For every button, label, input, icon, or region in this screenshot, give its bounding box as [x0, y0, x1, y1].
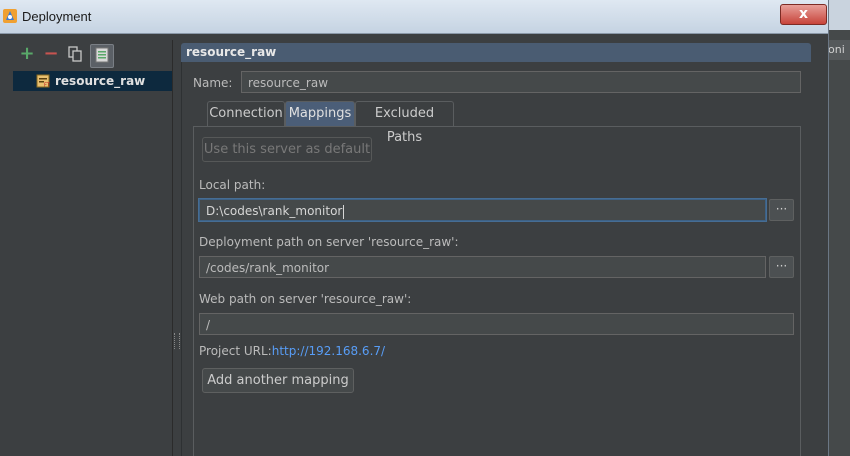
server-default-icon	[95, 47, 109, 63]
window-title: Deployment	[22, 9, 92, 24]
local-path-label: Local path:	[199, 178, 266, 192]
project-url-link[interactable]: http://192.168.6.7/	[272, 344, 385, 358]
copy-server-button[interactable]	[65, 44, 85, 64]
panel-header: resource_raw	[181, 43, 811, 62]
name-field[interactable]: resource_raw	[241, 71, 801, 93]
server-list-item-label: resource_raw	[55, 74, 146, 88]
add-server-button[interactable]: +	[17, 44, 37, 64]
title-bar[interactable]: Deployment x	[0, 0, 828, 34]
panel-header-title: resource_raw	[186, 45, 277, 59]
tab-connection[interactable]: Connection	[207, 101, 285, 126]
server-icon: FTP	[36, 74, 50, 88]
background-tab: oni	[828, 40, 850, 60]
add-mapping-button[interactable]: Add another mapping	[202, 368, 354, 393]
server-list-item[interactable]: FTP resource_raw	[13, 71, 172, 91]
splitter-grip[interactable]	[174, 333, 180, 349]
close-button[interactable]: x	[780, 4, 827, 25]
svg-text:FTP: FTP	[44, 83, 50, 89]
tab-mappings[interactable]: Mappings	[285, 101, 355, 126]
text-caret	[343, 204, 345, 219]
web-path-field[interactable]: /	[199, 313, 794, 335]
deploy-path-field[interactable]: /codes/rank_monitor	[199, 256, 766, 278]
local-path-browse-button[interactable]: ···	[769, 199, 794, 221]
app-icon	[3, 9, 17, 23]
project-url-label: Project URL:	[199, 344, 272, 358]
splitter[interactable]	[172, 40, 181, 456]
copy-icon	[68, 46, 82, 62]
deploy-path-browse-button[interactable]: ···	[769, 256, 794, 278]
tab-excluded-paths[interactable]: Excluded Paths	[355, 101, 454, 145]
sidebar	[13, 40, 173, 456]
background-window	[826, 30, 850, 456]
web-path-label: Web path on server 'resource_raw':	[199, 292, 412, 306]
deploy-path-label: Deployment path on server 'resource_raw'…	[199, 235, 459, 249]
use-default-button[interactable]: Use this server as default	[202, 137, 372, 162]
project-url-row: Project URL:http://192.168.6.7/	[199, 344, 385, 358]
mappings-panel	[193, 126, 801, 456]
use-as-default-button[interactable]	[90, 44, 114, 68]
deployment-dialog: Deployment x + − FTP resourc	[0, 0, 828, 456]
local-path-value: D:\codes\rank_monitor	[206, 204, 343, 218]
name-label: Name:	[193, 76, 233, 90]
local-path-field[interactable]: D:\codes\rank_monitor	[199, 199, 766, 221]
remove-server-button[interactable]: −	[41, 44, 61, 64]
